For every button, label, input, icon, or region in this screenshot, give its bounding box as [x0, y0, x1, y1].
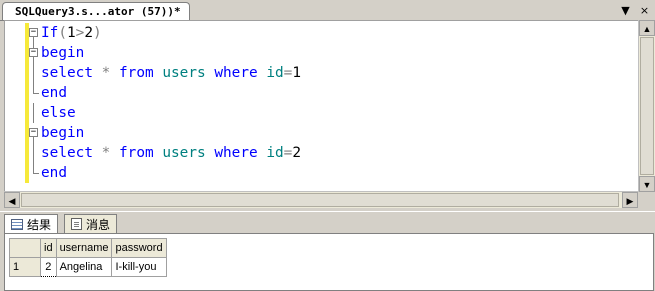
code-token: where [214, 65, 258, 81]
scroll-up-icon[interactable]: ▲ [639, 20, 655, 36]
table-cell-username[interactable]: Angelina [55, 257, 113, 277]
code-token: If [41, 25, 59, 41]
document-tabstrip: SQLQuery3.s...ator (57))* ▼ × [0, 0, 655, 21]
results-grid-area: id username password 1 2 Angelina I-kill… [4, 233, 654, 291]
fold-guide-line [33, 63, 34, 83]
code-token: else [41, 105, 76, 121]
results-tabstrip: 结果 消息 [0, 211, 655, 234]
fold-end-marker [33, 93, 39, 94]
tab-results[interactable]: 结果 [4, 214, 59, 233]
messages-icon [71, 218, 82, 230]
code-area[interactable]: If(1>2) begin select * from users where id… [41, 23, 301, 183]
code-token: users [162, 145, 206, 161]
code-line[interactable]: else [41, 103, 301, 123]
column-header-username[interactable]: username [55, 238, 113, 258]
code-token: end [41, 85, 67, 101]
scroll-right-icon[interactable]: ▶ [622, 192, 638, 208]
change-tracking-bar [25, 23, 29, 183]
vertical-scrollbar[interactable]: ▲ ▼ [638, 20, 655, 192]
code-token: end [41, 165, 67, 181]
document-tab[interactable]: SQLQuery3.s...ator (57))* [2, 2, 190, 20]
code-line[interactable]: If(1>2) [41, 23, 301, 43]
code-token: where [214, 145, 258, 161]
fold-guide-line [33, 143, 34, 163]
code-token: ) [93, 25, 102, 41]
code-token: ( [58, 25, 67, 41]
table-cell-password[interactable]: I-kill-you [111, 257, 167, 277]
table-row: 1 2 Angelina I-kill-you [9, 257, 167, 277]
code-token: 1 [292, 65, 301, 81]
fold-guide-line [33, 103, 34, 123]
collapse-icon[interactable]: − [29, 48, 38, 57]
code-token: 1 [67, 25, 76, 41]
tab-messages-label: 消息 [86, 217, 111, 232]
code-token: select [41, 65, 93, 81]
grid-icon [11, 218, 23, 230]
editor-gutter: − − − [5, 21, 39, 191]
code-token: begin [41, 125, 85, 141]
code-token: select [41, 145, 93, 161]
grid-header-row: id username password [9, 238, 167, 258]
code-token: id [266, 65, 284, 81]
window-controls: ▼ × [619, 3, 651, 17]
code-token: begin [41, 45, 85, 61]
scroll-left-icon[interactable]: ◀ [4, 192, 20, 208]
code-line[interactable]: end [41, 83, 301, 103]
results-grid: id username password 1 2 Angelina I-kill… [9, 238, 167, 277]
table-cell-id[interactable]: 2 [40, 257, 57, 277]
tab-dropdown-icon[interactable]: ▼ [619, 4, 632, 17]
code-line[interactable]: select * from users where id=2 [41, 143, 301, 163]
collapse-icon[interactable]: − [29, 28, 38, 37]
code-token: from [119, 145, 154, 161]
code-token: users [162, 65, 206, 81]
code-line[interactable]: end [41, 163, 301, 183]
code-line[interactable]: begin [41, 123, 301, 143]
code-line[interactable]: begin [41, 43, 301, 63]
code-token: 2 [84, 25, 94, 41]
fold-guide-line [33, 163, 34, 173]
fold-guide-line [33, 83, 34, 93]
column-header-password[interactable]: password [111, 238, 167, 258]
scroll-down-icon[interactable]: ▼ [639, 176, 655, 192]
grid-corner-header[interactable] [9, 238, 41, 258]
column-header-id[interactable]: id [40, 238, 57, 258]
code-token: from [119, 65, 154, 81]
horizontal-scrollbar[interactable]: ◀ ▶ [4, 191, 638, 208]
code-token: 2 [292, 145, 301, 161]
fold-end-marker [33, 173, 39, 174]
tab-messages[interactable]: 消息 [64, 214, 118, 233]
collapse-icon[interactable]: − [29, 128, 38, 137]
row-header[interactable]: 1 [9, 257, 41, 277]
code-line[interactable]: select * from users where id=1 [41, 63, 301, 83]
close-icon[interactable]: × [638, 4, 651, 17]
horizontal-scroll-thumb[interactable] [21, 193, 619, 207]
vertical-scroll-thumb[interactable] [640, 37, 654, 175]
tab-results-label: 结果 [27, 217, 52, 232]
code-token: id [266, 145, 284, 161]
query-editor[interactable]: − − − If(1>2) begin select * from users wher… [4, 20, 640, 192]
